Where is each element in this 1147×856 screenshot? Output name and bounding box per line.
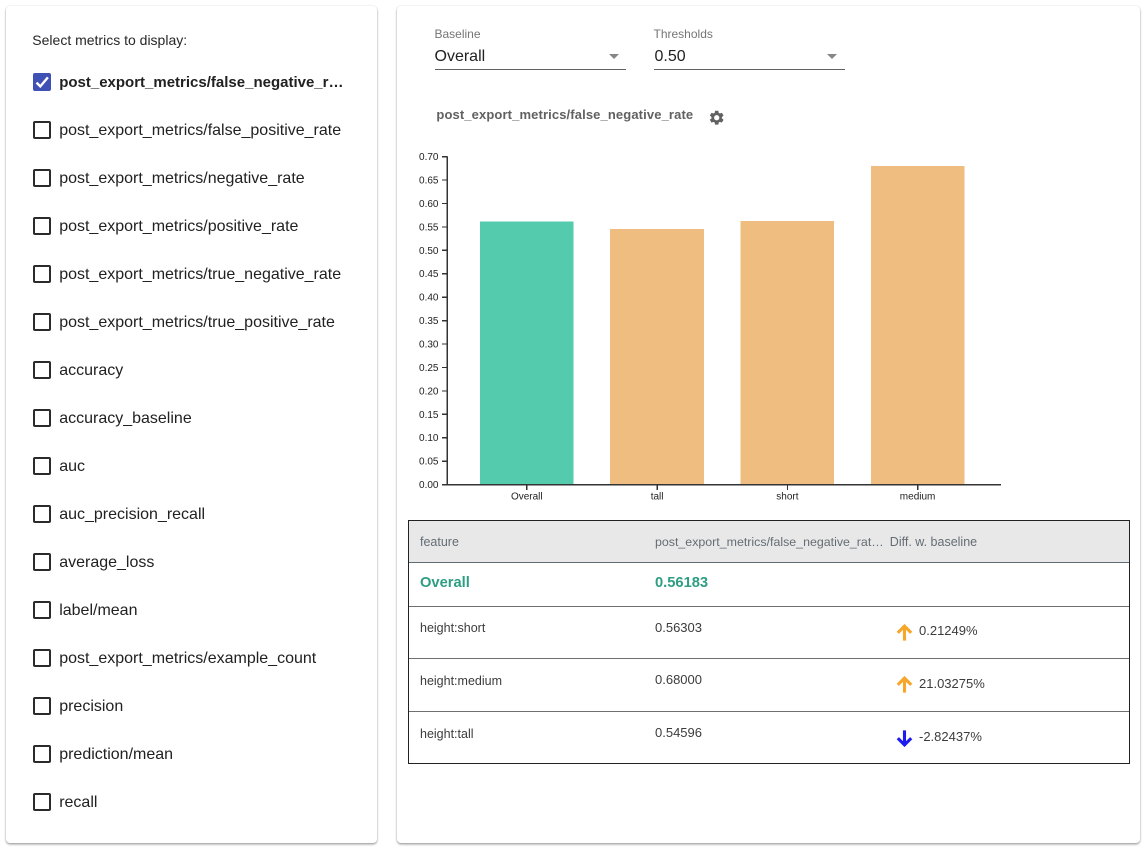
svg-text:0.40: 0.40 (419, 293, 439, 304)
svg-text:0.35: 0.35 (419, 316, 439, 327)
svg-text:0.15: 0.15 (419, 410, 439, 421)
svg-text:0.65: 0.65 (419, 176, 439, 187)
svg-text:0.25: 0.25 (419, 363, 439, 374)
svg-text:Overall: Overall (511, 492, 543, 503)
svg-text:0.30: 0.30 (419, 340, 439, 351)
svg-text:0.45: 0.45 (419, 269, 439, 280)
svg-text:short: short (776, 492, 798, 503)
svg-text:0.70: 0.70 (419, 152, 439, 163)
svg-text:0.60: 0.60 (419, 199, 439, 210)
svg-text:0.50: 0.50 (419, 246, 439, 257)
svg-text:0.10: 0.10 (419, 433, 439, 444)
svg-text:medium: medium (900, 492, 936, 503)
svg-text:tall: tall (651, 492, 664, 503)
svg-text:0.00: 0.00 (419, 480, 439, 491)
svg-text:0.55: 0.55 (419, 222, 439, 233)
svg-text:0.05: 0.05 (419, 457, 439, 468)
svg-text:0.20: 0.20 (419, 386, 439, 397)
